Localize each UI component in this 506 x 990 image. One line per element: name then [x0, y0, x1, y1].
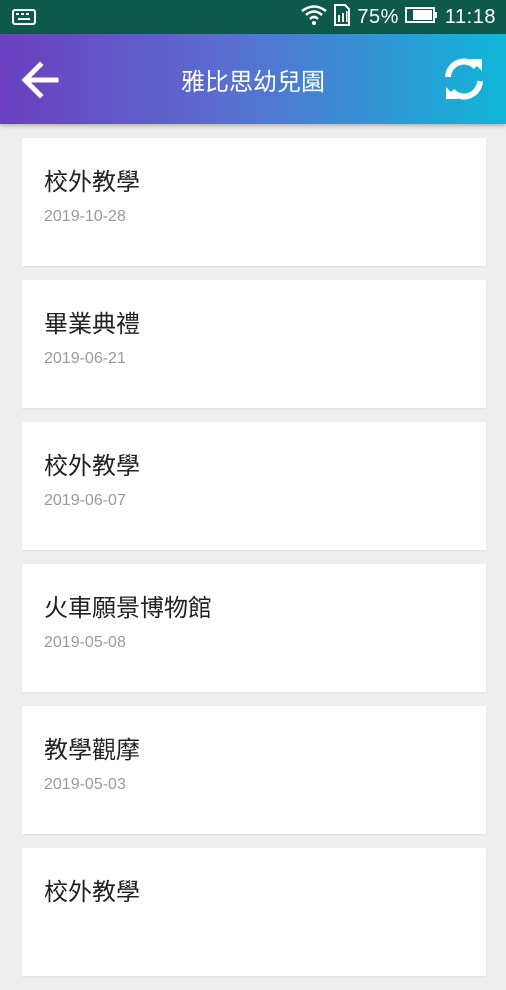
clock: 11:18: [444, 5, 496, 28]
arrow-left-icon: [21, 61, 59, 99]
battery-icon: [404, 6, 439, 29]
item-date: 2019-05-08: [44, 634, 126, 651]
keyboard-icon: [12, 9, 36, 29]
wifi-icon: [301, 4, 328, 30]
item-title: 畢業典禮: [44, 310, 140, 338]
app-bar: 雅比思幼兒園: [0, 34, 506, 124]
battery-percent: 75%: [357, 5, 399, 28]
event-list: 校外教學 2019-10-28 畢業典禮 2019-06-21 校外教學 201…: [22, 138, 486, 990]
item-date: 2019-06-21: [44, 350, 126, 367]
refresh-icon: [445, 58, 483, 100]
item-date: 2019-06-07: [44, 492, 126, 509]
page-title: 雅比思幼兒園: [181, 67, 325, 96]
item-title: 校外教學: [44, 452, 140, 480]
status-bar: 75% 11:18: [0, 0, 506, 34]
item-date: 2019-05-03: [44, 776, 126, 793]
list-item[interactable]: 校外教學 2019-10-28: [22, 138, 486, 266]
item-title: 校外教學: [44, 168, 140, 196]
list-item[interactable]: 火車願景博物館 2019-05-08: [22, 564, 486, 692]
item-title: 火車願景博物館: [44, 594, 212, 622]
list-item[interactable]: 教學觀摩 2019-05-03: [22, 706, 486, 834]
back-button[interactable]: [18, 58, 62, 102]
refresh-button[interactable]: [440, 55, 488, 103]
item-date: 2019-10-28: [44, 208, 126, 225]
list-item[interactable]: 校外教學: [22, 848, 486, 976]
sim-icon: [333, 3, 351, 31]
item-title: 教學觀摩: [44, 736, 140, 764]
item-title: 校外教學: [44, 878, 140, 906]
list-item[interactable]: 校外教學 2019-06-07: [22, 422, 486, 550]
list-item[interactable]: 畢業典禮 2019-06-21: [22, 280, 486, 408]
